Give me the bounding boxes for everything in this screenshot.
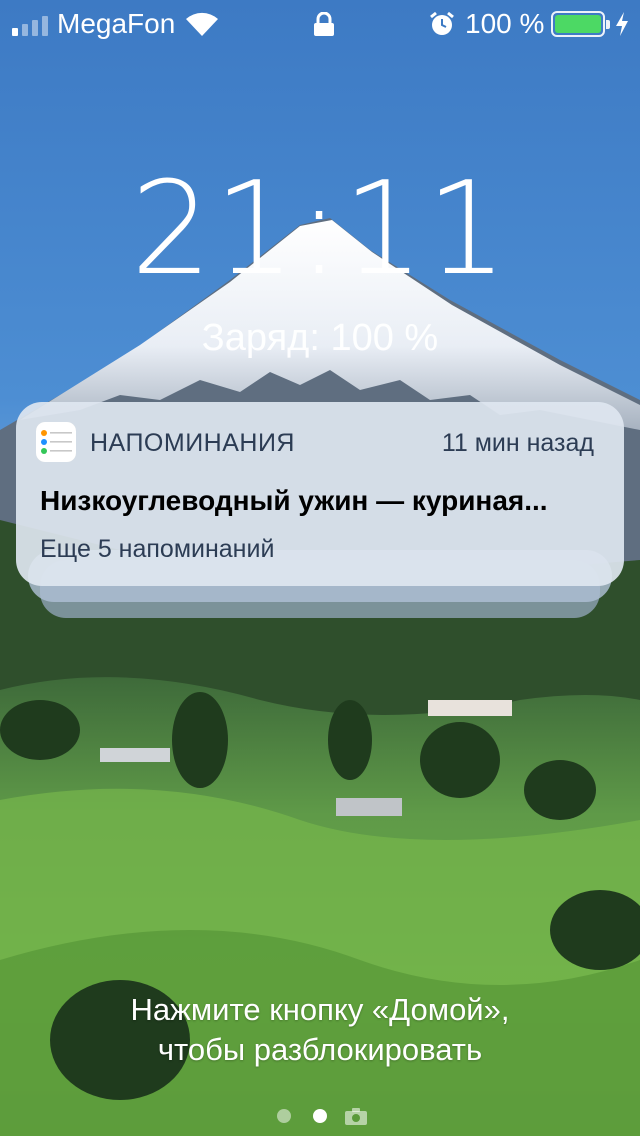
unlock-hint-line2: чтобы разблокировать bbox=[157, 1032, 483, 1067]
alarm-icon bbox=[430, 11, 454, 35]
notification-app-name: НАПОМИНАНИЯ bbox=[90, 429, 295, 457]
battery-level-fill bbox=[555, 15, 601, 33]
page-dot-widgets[interactable] bbox=[277, 1109, 291, 1123]
battery-percent: 100 % bbox=[465, 8, 545, 39]
lock-icon bbox=[314, 12, 334, 36]
lock-clock: 21:11 bbox=[0, 160, 640, 300]
camera-icon[interactable] bbox=[344, 1106, 368, 1126]
page-indicator bbox=[0, 1104, 640, 1128]
reminders-notification[interactable]: НАПОМИНАНИЯ 11 мин назад Низкоуглеводный… bbox=[16, 402, 624, 586]
clock-colon: : bbox=[297, 155, 343, 304]
wifi-icon bbox=[186, 12, 218, 36]
charging-bolt-icon bbox=[616, 12, 628, 36]
signal-icon bbox=[12, 16, 52, 36]
clock-minutes: 11 bbox=[342, 155, 510, 304]
clock-hours: 21 bbox=[130, 155, 298, 304]
notification-time: 11 мин назад bbox=[441, 429, 594, 457]
battery-icon bbox=[551, 11, 610, 37]
unlock-hint: Нажмите кнопку «Домой», чтобы разблокиро… bbox=[0, 990, 640, 1070]
status-bar: MegaFon 100 % bbox=[0, 0, 640, 48]
unlock-hint-line1: Нажмите кнопку «Домой», bbox=[130, 992, 510, 1027]
reminders-app-icon bbox=[36, 422, 76, 462]
page-dot-current bbox=[313, 1109, 327, 1123]
charge-status: Заряд: 100 % bbox=[201, 317, 439, 359]
carrier-name: MegaFon bbox=[57, 8, 176, 39]
notification-more-count[interactable]: Еще 5 напоминаний bbox=[40, 534, 274, 564]
notification-title: Низкоуглеводный ужин — куриная... bbox=[40, 485, 548, 516]
